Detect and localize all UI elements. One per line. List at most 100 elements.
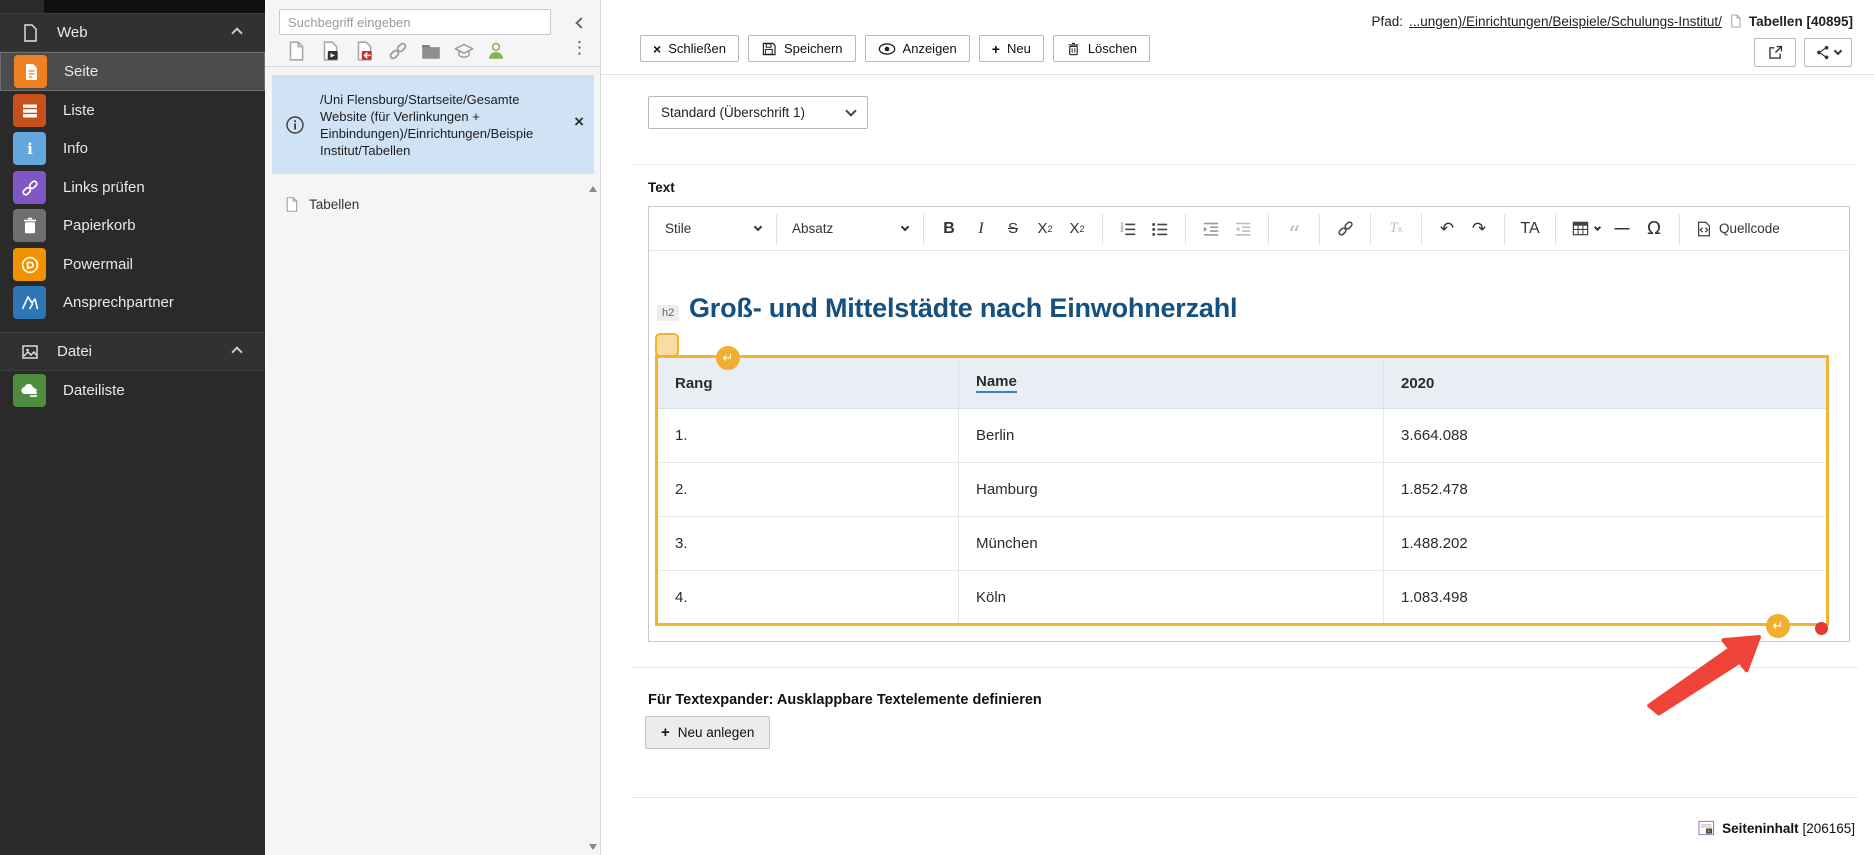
close-icon: ×	[653, 41, 661, 57]
superscript-button[interactable]: X2	[1064, 214, 1090, 244]
redo-button[interactable]: ↷	[1466, 214, 1492, 244]
textarea-ta-button[interactable]: TA	[1517, 214, 1543, 244]
svg-text:2: 2	[1120, 227, 1123, 233]
list-module-icon	[13, 94, 46, 127]
module-group-web[interactable]: Web	[0, 13, 265, 52]
content-table[interactable]: Rang Name 2020 1. Berlin 3.664.088 2. Ha…	[655, 355, 1829, 626]
sidebar-item-label: Powermail	[63, 256, 133, 273]
record-title: Tabellen [40895]	[1749, 14, 1853, 29]
delete-button[interactable]: Löschen	[1053, 35, 1150, 62]
sidebar-item-links-pruefen[interactable]: Links prüfen	[0, 168, 265, 207]
create-new-button[interactable]: + Neu anlegen	[645, 716, 770, 749]
format-dropdown[interactable]: Absatz	[786, 214, 914, 244]
chevron-up-icon[interactable]	[233, 24, 241, 41]
link-icon[interactable]	[387, 40, 409, 62]
sidebar-item-info[interactable]: i Info	[0, 129, 265, 168]
path-link[interactable]: ...ungen)/Einrichtungen/Beispiele/Schulu…	[1409, 14, 1722, 29]
module-group-datei[interactable]: Datei	[0, 332, 265, 371]
table-icon	[1571, 219, 1590, 238]
link-button[interactable]	[1332, 214, 1358, 244]
scroll-down-icon[interactable]	[588, 843, 598, 851]
table-row: 2. Hamburg 1.852.478	[657, 463, 1828, 517]
sidebar-item-powermail[interactable]: Powermail	[0, 245, 265, 284]
table-header-cell[interactable]: Name	[959, 357, 1384, 409]
table-cell[interactable]: 1.852.478	[1384, 463, 1828, 517]
save-button[interactable]: Speichern	[748, 35, 856, 62]
content-type-select[interactable]: Standard (Überschrift 1)	[648, 96, 868, 129]
indent-icon	[1202, 220, 1220, 238]
table-cell[interactable]: 1.083.498	[1384, 571, 1828, 625]
table-cell[interactable]: Hamburg	[959, 463, 1384, 517]
page-backlink-icon[interactable]	[353, 40, 375, 62]
collapse-tree-icon[interactable]	[570, 12, 592, 34]
table-header-row: Rang Name 2020	[657, 357, 1828, 409]
table-cell[interactable]: 3.664.088	[1384, 409, 1828, 463]
path-label: Pfad:	[1371, 14, 1403, 29]
folder-icon[interactable]	[420, 40, 442, 62]
sidebar-item-seite[interactable]: Seite	[0, 52, 265, 91]
table-cell[interactable]: 2.	[657, 463, 959, 517]
open-in-new-window-button[interactable]	[1754, 38, 1796, 67]
strikethrough-button[interactable]: S	[1000, 214, 1026, 244]
horizontal-rule-button[interactable]: —	[1609, 214, 1635, 244]
share-icon	[1815, 44, 1831, 61]
text-field-label: Text	[648, 180, 675, 195]
close-button[interactable]: × Schließen	[640, 35, 739, 62]
sidebar-item-label: Liste	[63, 102, 95, 119]
table-cell[interactable]: 4.	[657, 571, 959, 625]
search-input[interactable]	[279, 9, 551, 35]
new-page-icon[interactable]	[285, 40, 307, 62]
table-cell[interactable]: Berlin	[959, 409, 1384, 463]
bold-button[interactable]: B	[936, 214, 962, 244]
scroll-up-icon[interactable]	[588, 185, 598, 193]
tree-menu-kebab-icon[interactable]: ⋮	[571, 38, 588, 58]
sidebar-item-label: Ansprechpartner	[63, 294, 174, 311]
close-icon[interactable]: ×	[574, 113, 584, 130]
sidebar-item-ansprechpartner[interactable]: Ansprechpartner	[0, 283, 265, 322]
table-cell[interactable]: München	[959, 517, 1384, 571]
tree-info-box: /Uni Flensburg/Startseite/Gesamte Websit…	[272, 75, 594, 174]
trash-icon	[1066, 41, 1081, 57]
table-cell[interactable]: 3.	[657, 517, 959, 571]
module-group-label: Datei	[57, 343, 92, 360]
italic-button[interactable]: I	[968, 214, 994, 244]
subscript-button[interactable]: X2	[1032, 214, 1058, 244]
bullet-list-button[interactable]	[1147, 214, 1173, 244]
insert-paragraph-before-handle[interactable]: ↵	[716, 346, 740, 370]
sidebar-item-papierkorb[interactable]: Papierkorb	[0, 206, 265, 245]
table-cell[interactable]: 1.488.202	[1384, 517, 1828, 571]
outdent-button[interactable]	[1230, 214, 1256, 244]
bullet-list-icon	[1151, 220, 1169, 238]
editor-heading[interactable]: Groß- und Mittelstädte nach Einwohnerzah…	[689, 293, 1237, 324]
source-code-button[interactable]: Quellcode	[1692, 214, 1783, 244]
sidebar-item-dateiliste[interactable]: Dateiliste	[0, 371, 265, 410]
table-anchor-handle[interactable]	[655, 333, 679, 357]
table-cell[interactable]: Köln	[959, 571, 1384, 625]
sidebar-item-liste[interactable]: Liste	[0, 91, 265, 130]
tree-node-tabellen[interactable]: Tabellen	[283, 196, 359, 213]
view-button[interactable]: Anzeigen	[865, 35, 970, 62]
special-char-button[interactable]: Ω	[1641, 214, 1667, 244]
page-module-icon	[14, 55, 47, 88]
chevron-up-icon[interactable]	[233, 343, 241, 360]
user-page-icon[interactable]	[485, 40, 507, 62]
textexpander-label: Für Textexpander: Ausklappbare Texteleme…	[648, 692, 1042, 708]
table-cell[interactable]: 1.	[657, 409, 959, 463]
blockquote-button[interactable]: “	[1281, 214, 1307, 244]
share-button[interactable]	[1804, 38, 1852, 67]
insert-paragraph-after-handle[interactable]: ↵	[1766, 614, 1790, 638]
table-header-cell[interactable]: Rang	[657, 357, 959, 409]
mountpoint-hat-icon[interactable]	[453, 40, 475, 62]
ordered-list-button[interactable]: 12	[1115, 214, 1141, 244]
styles-dropdown[interactable]: Stile	[659, 214, 767, 244]
insert-table-button[interactable]	[1568, 214, 1603, 244]
table-header-cell[interactable]: 2020	[1384, 357, 1828, 409]
remove-format-button[interactable]: Tx	[1383, 214, 1409, 244]
indent-button[interactable]	[1198, 214, 1224, 244]
table-resize-handle[interactable]	[1815, 622, 1828, 635]
undo-button[interactable]: ↶	[1434, 214, 1460, 244]
sidebar-item-label: Info	[63, 140, 88, 157]
new-button[interactable]: + Neu	[979, 35, 1044, 62]
table-row: 3. München 1.488.202	[657, 517, 1828, 571]
page-shortcut-icon[interactable]	[319, 40, 341, 62]
